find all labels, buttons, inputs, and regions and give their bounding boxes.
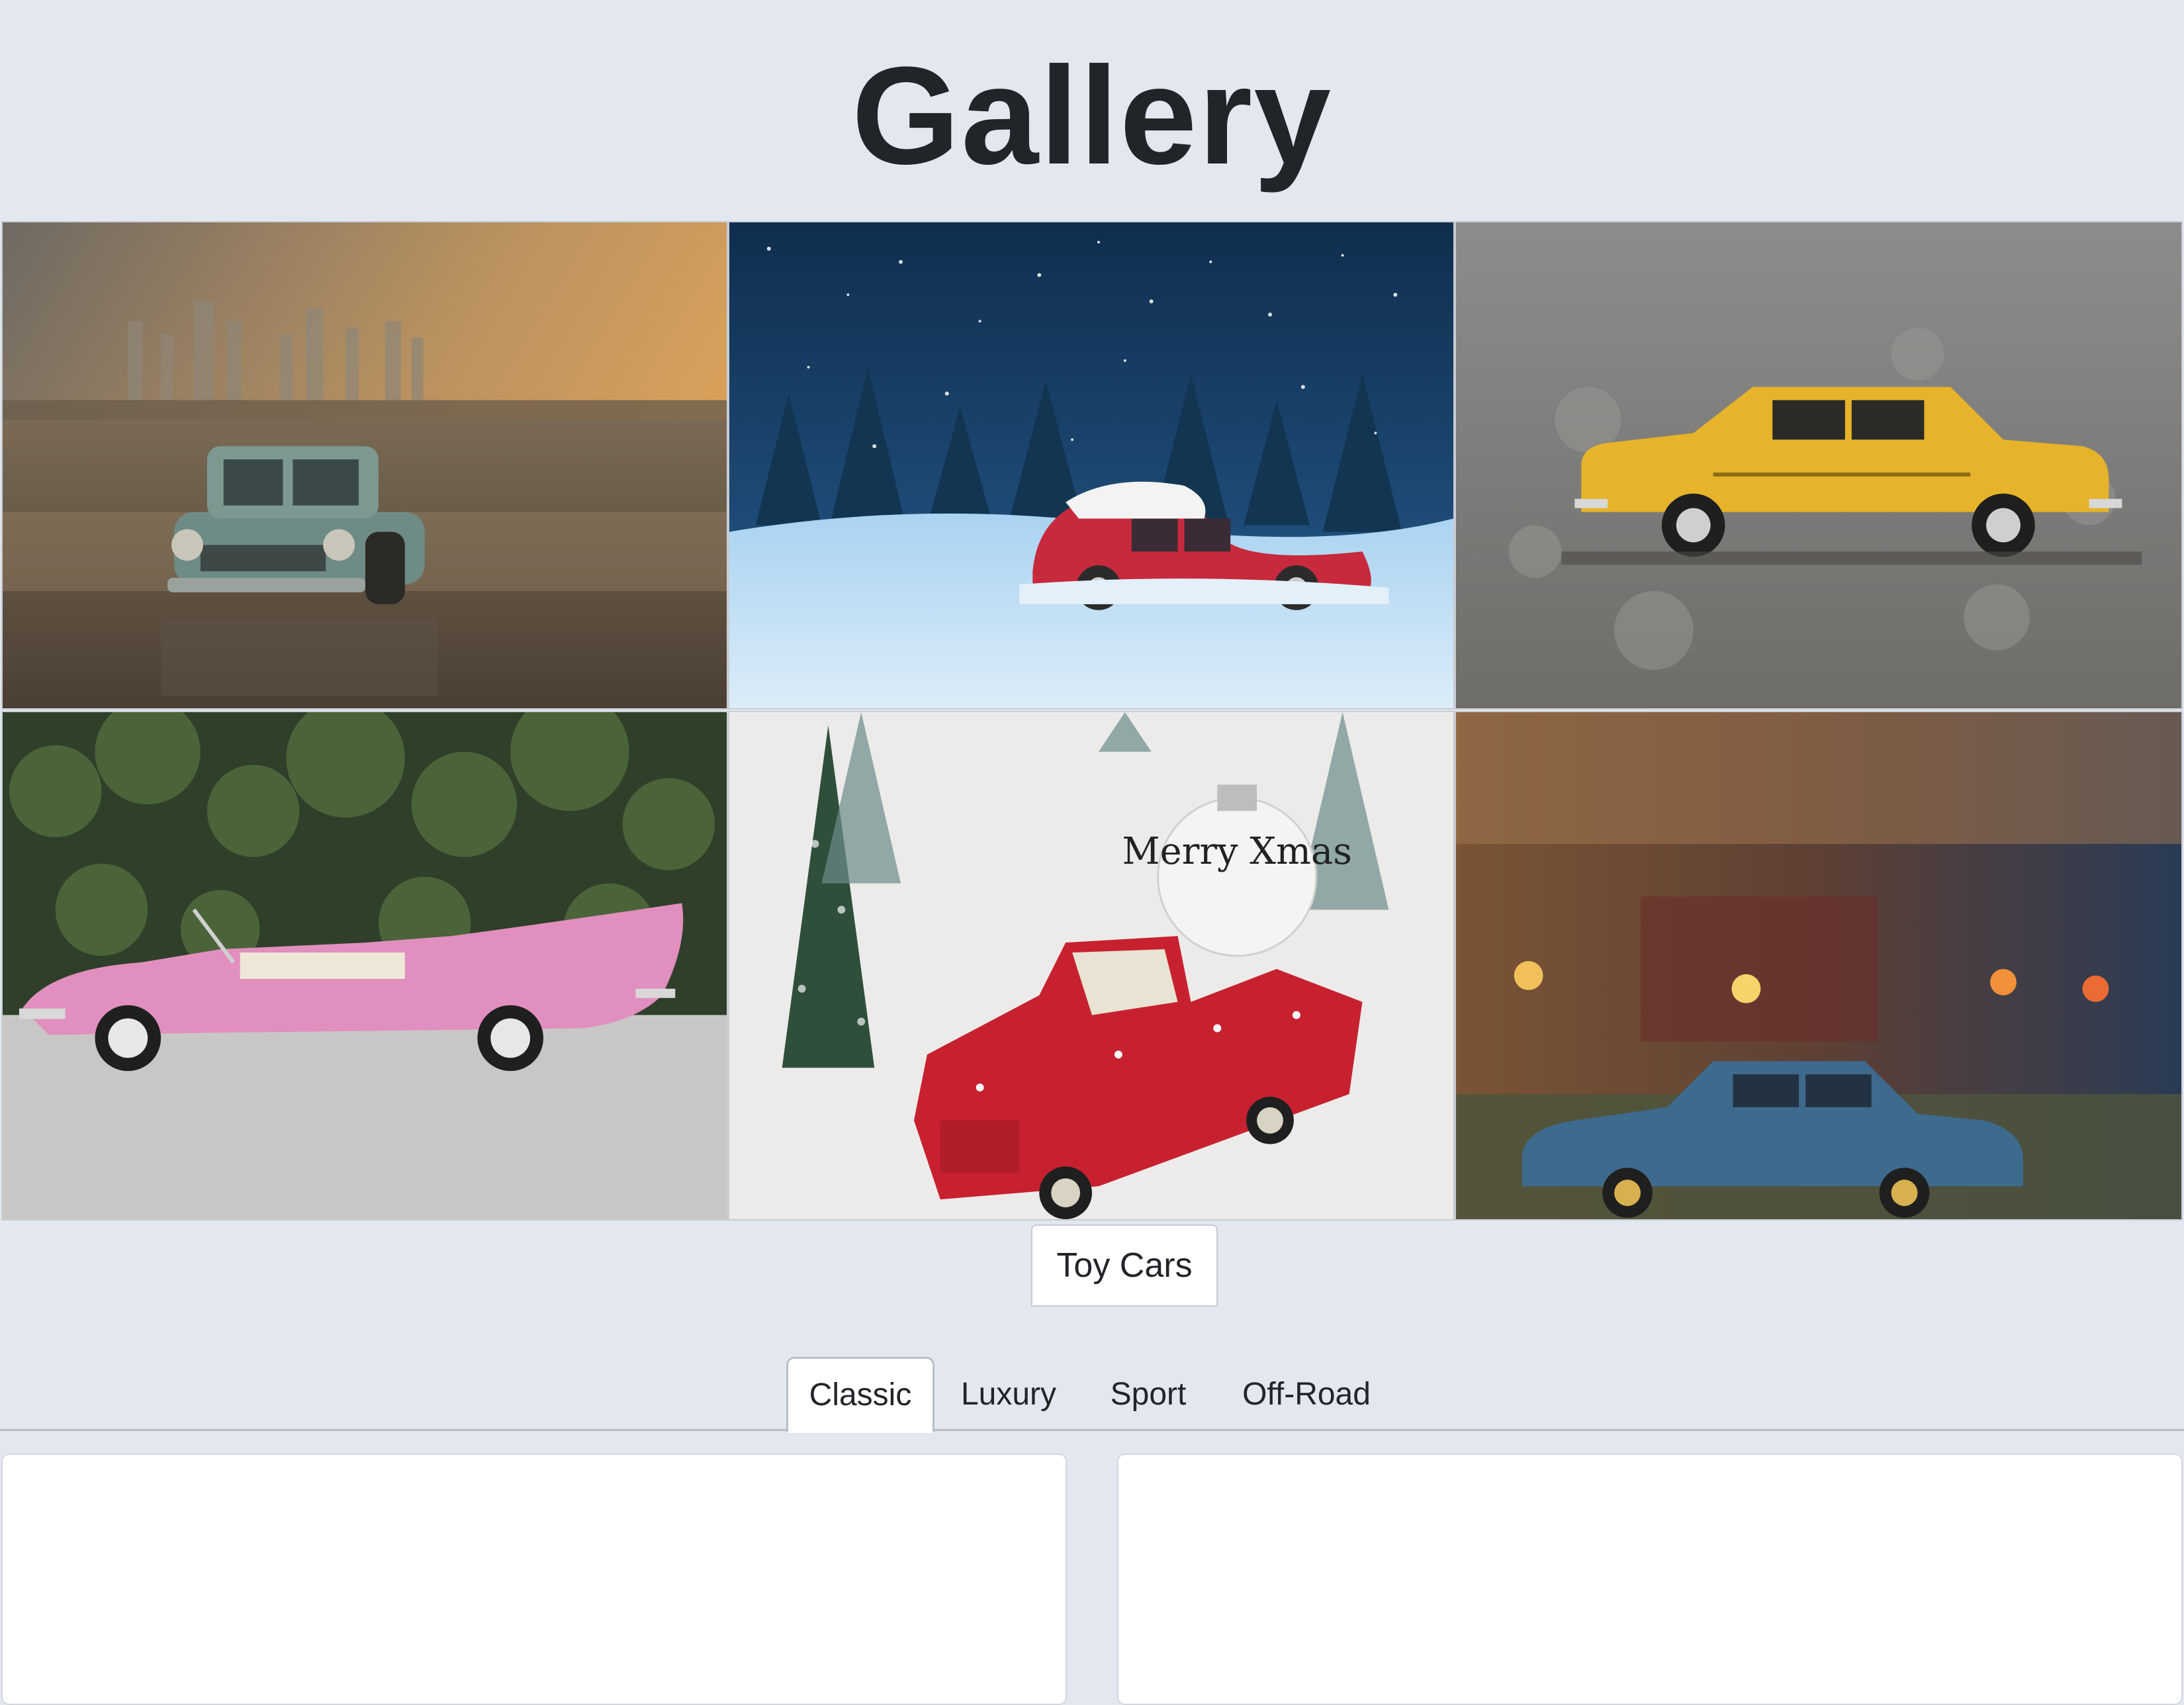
toy-car-snow-photo[interactable] xyxy=(728,221,1455,710)
page-title: Gallery xyxy=(851,38,1333,193)
tab-luxury[interactable]: Luxury xyxy=(944,1357,1073,1431)
tab-classic[interactable]: Classic xyxy=(786,1357,934,1433)
category-tabs: Classic Luxury Sport Off-Road xyxy=(0,1357,2184,1433)
tab-off-road[interactable]: Off-Road xyxy=(1222,1357,1391,1431)
image-gallery: Merry Xmas xyxy=(0,221,2184,1221)
ornament-text-line1: Merry Xmas xyxy=(1122,830,1352,873)
toy-car-beach-photo[interactable] xyxy=(1,221,728,710)
toy-cars-tab[interactable]: Toy Cars xyxy=(1031,1224,1218,1307)
tab-sport[interactable]: Sport xyxy=(1085,1357,1211,1431)
content-card-left xyxy=(1,1453,1067,1705)
toy-car-blue-photo[interactable] xyxy=(1455,711,2183,1221)
content-card-right xyxy=(1117,1453,2183,1705)
toy-car-pink-photo[interactable] xyxy=(1,711,728,1221)
toy-car-yellow-photo[interactable] xyxy=(1455,221,2183,710)
toy-car-xmas-photo[interactable]: Merry Xmas xyxy=(728,711,1455,1221)
